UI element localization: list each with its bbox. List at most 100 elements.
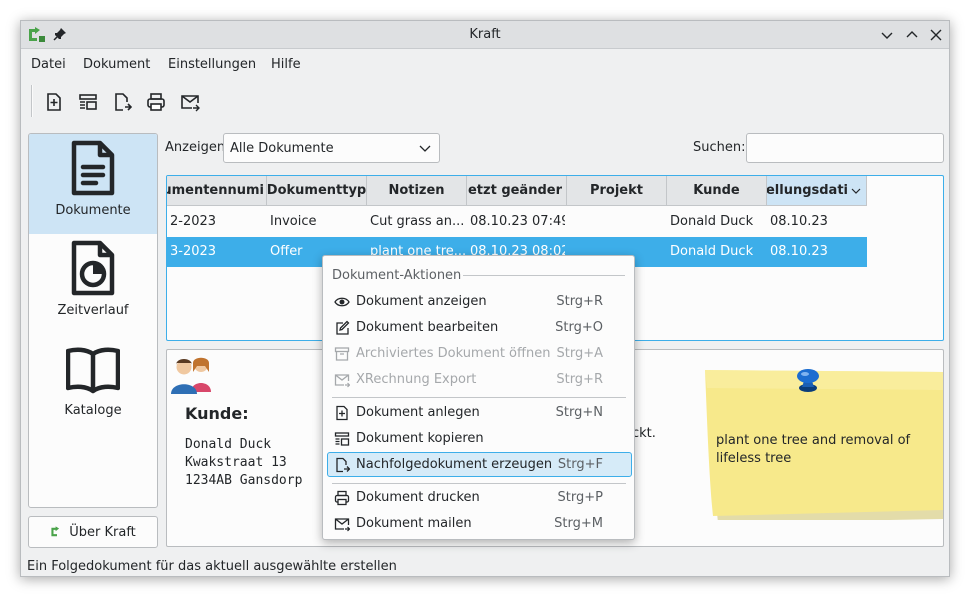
table-cell: 08.10.23	[770, 244, 828, 259]
table-cell: 08.10.23	[770, 214, 828, 229]
menu-item-shortcut: Strg+N	[555, 405, 603, 420]
context-menu-section-title: Dokument-Aktionen	[332, 268, 462, 283]
menu-item-shortcut: Strg+A	[556, 346, 603, 361]
edit-icon	[336, 320, 350, 335]
table-header: umentennumi Dokumenttyp Notizen uletzt g…	[167, 176, 867, 206]
menu-item-shortcut: Strg+R	[556, 372, 603, 387]
column-header[interactable]: uletzt geänder	[467, 176, 567, 206]
menu-item-copy-document[interactable]: Dokument kopieren	[327, 426, 632, 451]
menu-item-label: Dokument mailen	[356, 516, 472, 531]
customer-icon	[171, 357, 211, 394]
book-icon	[66, 347, 120, 394]
new-document-button[interactable]	[41, 89, 67, 115]
menu-dokument[interactable]: Dokument	[83, 57, 150, 72]
sidebar: Dokumente Zeitverlauf Kataloge	[28, 133, 158, 508]
column-header[interactable]: Projekt	[567, 176, 667, 206]
menu-item-xrechnung-export[interactable]: XRechnung Export Strg+R	[327, 367, 632, 392]
detail-text: ckt.	[632, 426, 656, 441]
print-icon	[147, 93, 165, 111]
new-document-icon	[47, 93, 61, 111]
sidebar-item-label: Zeitverlauf	[57, 303, 129, 318]
divider	[463, 275, 625, 276]
column-header[interactable]: Dokumenttyp	[267, 176, 367, 206]
table-cell: Invoice	[270, 214, 317, 229]
menu-hilfe[interactable]: Hilfe	[271, 57, 301, 72]
kraft-logo-icon	[51, 526, 60, 537]
menu-item-shortcut: Strg+M	[554, 516, 603, 531]
table-cell: 2-2023	[170, 214, 217, 229]
menu-item-print-document[interactable]: Dokument drucken Strg+P	[327, 485, 632, 510]
archive-icon	[334, 347, 350, 361]
chevron-down-icon	[419, 145, 431, 152]
table-cell: 08.10.23 07:49	[470, 214, 565, 229]
sort-descending-icon	[851, 188, 861, 194]
table-cell: 3-2023	[170, 244, 217, 259]
menu-einstellungen[interactable]: Einstellungen	[168, 57, 256, 72]
toolbar-handle[interactable]	[31, 85, 33, 117]
table-cell: Cut grass an...	[370, 214, 465, 229]
menu-item-mail-document[interactable]: Dokument mailen Strg+M	[327, 511, 632, 536]
menu-item-label: Nachfolgedokument erzeugen	[356, 457, 553, 472]
divider	[332, 483, 626, 484]
copy-document-button[interactable]	[75, 89, 101, 115]
mail-icon	[181, 95, 200, 112]
search-label: Suchen:	[693, 140, 746, 155]
mail-export-icon	[334, 374, 350, 388]
column-header[interactable]: Kunde	[667, 176, 767, 206]
print-button[interactable]	[143, 89, 169, 115]
menu-item-shortcut: Strg+P	[557, 490, 603, 505]
window-title: Kraft	[469, 27, 501, 42]
mail-icon	[334, 518, 350, 532]
address-line: Donald Duck	[185, 437, 272, 452]
status-bar: Ein Folgedokument für das aktuell ausgew…	[27, 559, 397, 574]
eye-icon	[334, 297, 350, 307]
filter-label: Anzeigen	[165, 140, 226, 155]
menu-item-show-document[interactable]: Dokument anzeigen Strg+R	[327, 289, 632, 314]
column-header[interactable]: umentennumi	[167, 176, 267, 206]
context-menu: Dokument-Aktionen Dokument anzeigen Strg…	[322, 255, 635, 540]
minimize-icon[interactable]	[878, 26, 896, 44]
filter-bar: Anzeigen Alle Dokumente Suchen:	[165, 133, 945, 163]
maximize-icon[interactable]	[903, 26, 921, 44]
menu-item-label: Dokument drucken	[356, 490, 480, 505]
menu-item-open-archived-document[interactable]: Archiviertes Dokument öffnen Strg+A	[327, 341, 632, 366]
copy-document-icon	[334, 432, 350, 446]
menu-item-create-follow-up-document[interactable]: Nachfolgedokument erzeugen Strg+F	[327, 452, 632, 477]
copy-document-icon	[79, 94, 97, 110]
table-cell: Donald Duck	[670, 214, 754, 229]
sticky-note-text: plant one tree and removal of lifeless t…	[716, 433, 911, 466]
search-input[interactable]	[746, 133, 944, 163]
menu-item-new-document[interactable]: Dokument anlegen Strg+N	[327, 400, 632, 425]
sticky-note: plant one tree and removal of lifeless t…	[685, 360, 943, 520]
new-document-icon	[336, 405, 348, 421]
sidebar-item-zeitverlauf[interactable]: Zeitverlauf	[29, 234, 157, 334]
menu-item-edit-document[interactable]: Dokument bearbeiten Strg+O	[327, 315, 632, 340]
sidebar-item-dokumente[interactable]: Dokumente	[29, 134, 157, 234]
column-header[interactable]: Notizen	[367, 176, 467, 206]
menu-item-label: XRechnung Export	[356, 372, 477, 387]
column-header-sorted[interactable]: tellungsdati	[767, 176, 867, 206]
print-icon	[334, 490, 350, 506]
address-line: 1234AB Gansdorp	[185, 473, 303, 488]
divider	[332, 397, 626, 398]
column-header-label: tellungsdati	[767, 183, 848, 198]
document-filter-select[interactable]: Alle Dokumente	[223, 133, 440, 163]
menu-datei[interactable]: Datei	[31, 57, 66, 72]
sidebar-item-kataloge[interactable]: Kataloge	[29, 334, 157, 434]
mail-button[interactable]	[177, 89, 203, 115]
follow-up-document-icon	[115, 93, 132, 111]
pushpin-icon	[797, 369, 819, 392]
menu-item-label: Dokument bearbeiten	[356, 320, 499, 335]
sidebar-item-label: Kataloge	[64, 403, 122, 418]
about-button[interactable]: Über Kraft	[28, 516, 158, 548]
table-row[interactable]: 2-2023 Invoice Cut grass an... 08.10.23 …	[167, 207, 867, 237]
menu-item-label: Dokument anlegen	[356, 405, 480, 420]
follow-up-document-button[interactable]	[109, 89, 135, 115]
customer-heading: Kunde:	[185, 404, 249, 423]
timeline-icon	[71, 240, 115, 296]
about-label: Über Kraft	[69, 524, 136, 540]
filter-value: Alle Dokumente	[230, 141, 334, 156]
follow-up-document-icon	[336, 457, 350, 473]
menu-item-label: Archiviertes Dokument öffnen	[356, 346, 551, 361]
close-icon[interactable]	[927, 26, 945, 44]
